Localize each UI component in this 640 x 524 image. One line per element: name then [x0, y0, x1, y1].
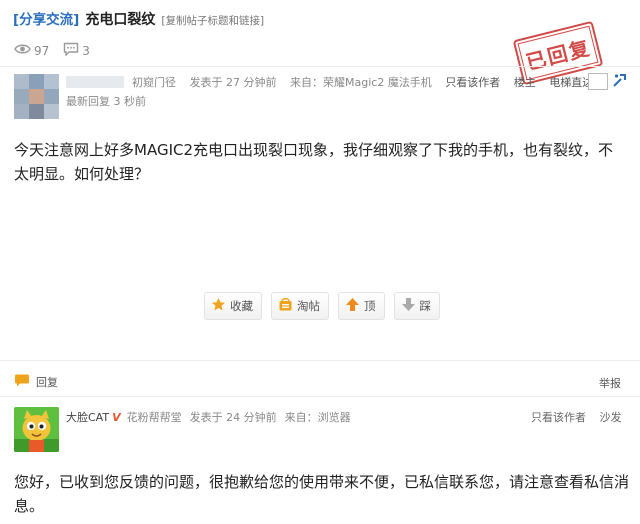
verified-badge: V	[112, 410, 121, 424]
report-link[interactable]: 举报	[599, 375, 621, 391]
post-body: 今天注意网上好多MAGIC2充电口出现裂口现象，我仔细观察了下我的手机，也有裂纹…	[14, 141, 614, 183]
author-only-link[interactable]: 只看该作者	[445, 76, 500, 89]
reply-group: 花粉帮帮堂	[126, 411, 182, 424]
category-link[interactable]: [分享交流]	[13, 8, 79, 28]
divider	[0, 396, 640, 397]
title-row: [分享交流] 充电口裂纹 [复制帖子标题和链接]	[13, 8, 264, 30]
up-button[interactable]: 顶	[338, 292, 385, 320]
avatar[interactable]	[14, 407, 59, 452]
basket-icon	[278, 297, 293, 315]
reply-bar[interactable]: 回复	[14, 374, 58, 390]
jump-label: 电梯直达	[549, 76, 594, 89]
reply-floor-label: 沙发	[599, 411, 622, 424]
reply-actions: 只看该作者 沙发	[531, 409, 632, 425]
divider	[0, 66, 640, 67]
post-actions: 收藏 淘帖 顶 踩	[204, 292, 449, 320]
reply-count: 3	[82, 43, 90, 58]
down-button[interactable]: 踩	[393, 292, 440, 320]
post-time: 发表于 27 分钟前	[189, 76, 277, 89]
reply-time: 发表于 24 分钟前	[189, 411, 277, 424]
elevator-jump-icon[interactable]	[612, 72, 628, 92]
favorite-button[interactable]: 收藏	[204, 292, 262, 320]
latest-reply: 最新回复 3 秒前	[66, 95, 146, 108]
divider	[0, 360, 640, 361]
star-icon	[211, 297, 226, 315]
page-title: 充电口裂纹	[85, 12, 156, 28]
hotpost-button[interactable]: 淘帖	[271, 292, 329, 320]
avatar[interactable]	[14, 74, 59, 119]
floor-label: 楼主	[513, 76, 536, 89]
up-arrow-icon	[345, 297, 360, 315]
author-group: 初窥门径	[132, 76, 176, 89]
reply-source: 来自：浏览器	[284, 411, 351, 424]
reply-body: 您好，已收到您反馈的问题，很抱歉给您的使用带来不便，已私信联系您，请注意查看私信…	[14, 473, 630, 515]
reply-meta: 大脸CAT V 花粉帮帮堂 发表于 24 分钟前 来自：浏览器	[66, 409, 351, 425]
view-count: 97	[34, 43, 50, 58]
floor-jump-input[interactable]	[588, 73, 608, 90]
eye-icon	[14, 43, 31, 58]
copy-title-link[interactable]: [复制帖子标题和链接]	[161, 13, 264, 28]
reply-author-only-link[interactable]: 只看该作者	[531, 411, 586, 424]
down-arrow-icon	[401, 297, 416, 315]
post-stats: 97 3	[14, 42, 104, 59]
speech-bubble-icon	[14, 374, 30, 390]
reply-username[interactable]: 大脸CAT	[66, 409, 109, 425]
post-source: 来自：荣耀Magic2 魔法手机	[290, 76, 432, 89]
comment-icon	[63, 42, 79, 59]
post-meta: 初窥门径 发表于 27 分钟前 来自：荣耀Magic2 魔法手机 只看该作者 楼…	[132, 74, 593, 90]
reply-label: 回复	[36, 376, 58, 389]
blurred-username[interactable]	[66, 76, 124, 88]
